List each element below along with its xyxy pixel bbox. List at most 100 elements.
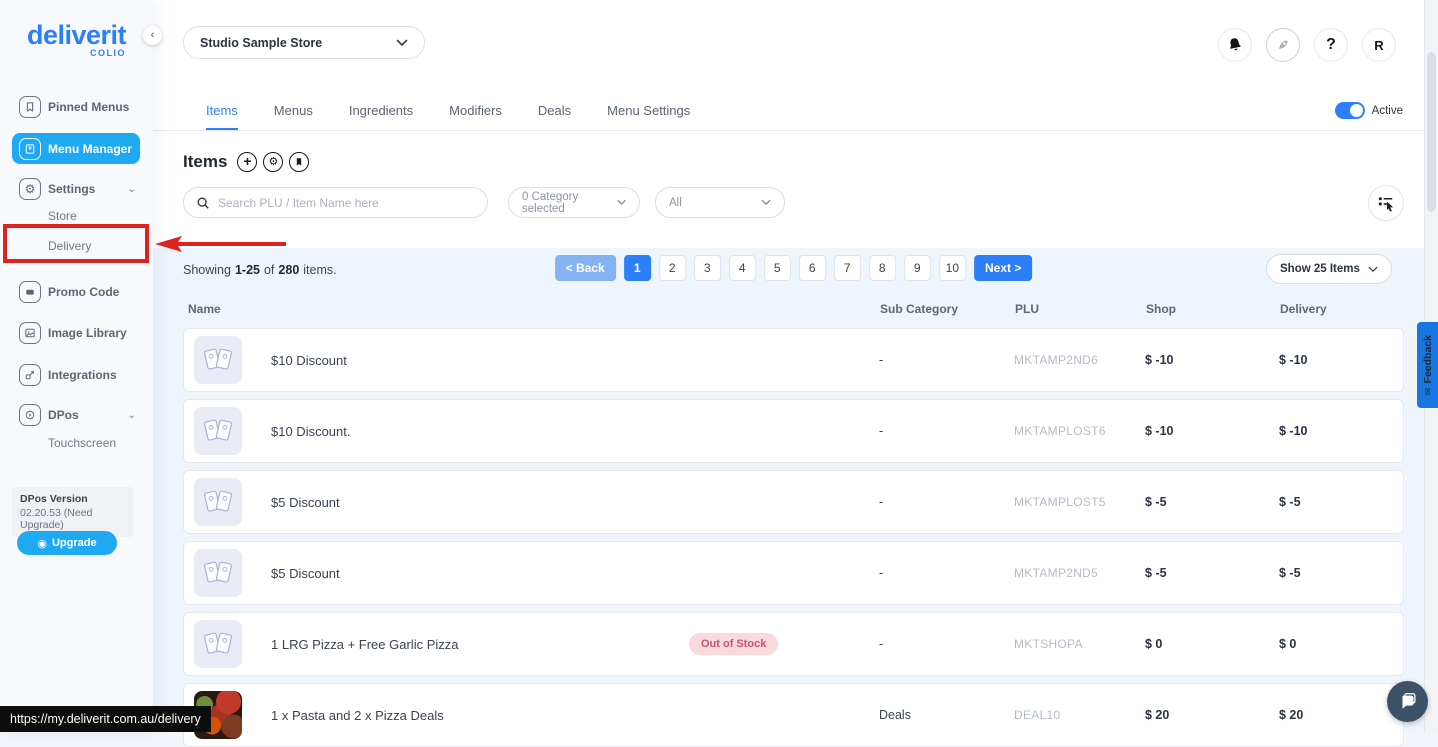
sidebar-collapse-button[interactable]: ‹ <box>143 26 162 45</box>
sidebar-item-dpos[interactable]: DPos ⌄ <box>19 402 145 428</box>
feedback-label: Feedback <box>1422 335 1434 383</box>
page-button-5[interactable]: 5 <box>764 255 791 281</box>
page-button-9[interactable]: 9 <box>904 255 931 281</box>
item-subcategory: - <box>879 637 1014 651</box>
sidebar: deliverit COLIO ‹ Pinned Menus Menu Mana… <box>0 0 153 732</box>
sidebar-item-touchscreen[interactable]: Touchscreen <box>48 432 116 454</box>
search-input[interactable] <box>218 196 475 210</box>
item-plu: MKTAMPLOST6 <box>1014 424 1145 438</box>
sidebar-item-store[interactable]: Store <box>48 205 77 227</box>
items-bookmark-icon[interactable] <box>289 152 309 172</box>
table-row[interactable]: 1 LRG Pizza + Free Garlic Pizza - MKTSHO… <box>183 612 1404 676</box>
bulk-select-icon[interactable] <box>1368 185 1404 221</box>
chat-bubble-icon <box>1397 691 1419 713</box>
item-plu: MKTAMPLOST5 <box>1014 495 1145 509</box>
notifications-bell-icon[interactable] <box>1218 28 1252 62</box>
add-item-icon[interactable]: + <box>237 152 257 172</box>
sidebar-item-delivery[interactable]: Delivery <box>48 235 91 257</box>
page-button-4[interactable]: 4 <box>729 255 756 281</box>
tab-menus[interactable]: Menus <box>274 90 313 130</box>
sidebar-item-label: Image Library <box>48 326 127 340</box>
page-button-2[interactable]: 2 <box>659 255 686 281</box>
image-icon <box>19 322 41 344</box>
item-shop-price: $ 20 <box>1145 708 1279 722</box>
item-thumbnail <box>194 620 242 668</box>
sidebar-item-menu-manager[interactable]: Menu Manager <box>12 133 140 164</box>
item-delivery-price: $ -5 <box>1279 566 1403 580</box>
page-button-3[interactable]: 3 <box>694 255 721 281</box>
avatar[interactable]: R <box>1362 28 1396 62</box>
tab-items[interactable]: Items <box>206 90 238 130</box>
category-filter-dropdown[interactable]: 0 Category selected <box>508 187 640 218</box>
item-name: 1 LRG Pizza + Free Garlic Pizza <box>256 637 879 652</box>
page-button-8[interactable]: 8 <box>869 255 896 281</box>
table-row[interactable]: $5 Discount - MKTAMPLOST5 $ -5 $ -5 <box>183 470 1404 534</box>
column-delivery: Delivery <box>1280 302 1404 316</box>
chevron-down-icon <box>617 199 626 206</box>
item-shop-price: $ 0 <box>1145 637 1279 651</box>
table-row[interactable]: $10 Discount. - MKTAMPLOST6 $ -10 $ -10 <box>183 399 1404 463</box>
page-size-dropdown[interactable]: Show 25 Items <box>1266 254 1392 284</box>
tab-modifiers[interactable]: Modifiers <box>449 90 502 130</box>
table-row[interactable]: $5 Discount - MKTAMP2ND5 $ -5 $ -5 <box>183 541 1404 605</box>
page-button-7[interactable]: 7 <box>834 255 861 281</box>
table-row[interactable]: $10 Discount - MKTAMP2ND6 $ -10 $ -10 <box>183 328 1404 392</box>
page-button-10[interactable]: 10 <box>939 255 966 281</box>
item-thumbnail <box>194 336 242 384</box>
item-delivery-price: $ -5 <box>1279 495 1403 509</box>
item-subcategory: - <box>879 495 1014 509</box>
search-icon <box>196 196 210 210</box>
page-button-1[interactable]: 1 <box>624 255 651 281</box>
chat-widget-button[interactable] <box>1387 681 1428 722</box>
status-bar-url: https://my.deliverit.com.au/delivery <box>0 706 211 732</box>
tab-menu-settings[interactable]: Menu Settings <box>607 90 690 130</box>
page-button-6[interactable]: 6 <box>799 255 826 281</box>
type-filter-dropdown[interactable]: All <box>655 187 785 218</box>
item-name: 1 x Pasta and 2 x Pizza Deals <box>256 708 879 723</box>
pagination-back-button[interactable]: < Back <box>555 255 616 281</box>
items-settings-icon[interactable]: ⚙ <box>263 152 283 172</box>
toggle-knob <box>1350 104 1363 117</box>
showing-row: Showing 1-25 of 280 items. < Back 123456… <box>183 252 1404 288</box>
chevron-down-icon <box>761 199 771 206</box>
status-badge: Out of Stock <box>689 633 778 655</box>
item-subcategory: - <box>879 353 1014 367</box>
sidebar-item-pinned-menus[interactable]: Pinned Menus <box>19 94 145 120</box>
chevron-down-icon <box>396 39 408 47</box>
pagination-next-button[interactable]: Next > <box>974 255 1032 281</box>
showing-count: Showing 1-25 of 280 items. <box>183 263 337 277</box>
active-toggle[interactable] <box>1335 102 1365 119</box>
sidebar-item-promo-code[interactable]: Promo Code <box>19 279 145 305</box>
item-shop-price: $ -5 <box>1145 566 1279 580</box>
upgrade-button[interactable]: ◉ Upgrade <box>17 531 117 555</box>
sidebar-item-settings[interactable]: ⚙ Settings ⌄ <box>19 176 145 202</box>
item-shop-price: $ -10 <box>1145 353 1279 367</box>
store-selector-dropdown[interactable]: Studio Sample Store <box>183 26 425 59</box>
sidebar-item-image-library[interactable]: Image Library <box>19 320 145 346</box>
table-row[interactable]: 1 x Pasta and 2 x Pizza Deals Deals DEAL… <box>183 683 1404 747</box>
sidebar-item-integrations[interactable]: Integrations <box>19 362 145 388</box>
store-selector-value: Studio Sample Store <box>200 36 322 50</box>
active-toggle-wrap: Active <box>1335 90 1403 131</box>
main-area: Studio Sample Store ? R Items Menus Ingr… <box>153 0 1424 732</box>
scrollbar-thumb[interactable] <box>1427 52 1436 212</box>
item-thumbnail <box>194 478 242 526</box>
column-plu: PLU <box>1015 302 1146 316</box>
items-content: Items + ⚙ 0 Category selected All <box>153 131 1424 732</box>
logo-text: deliverit <box>0 20 153 51</box>
item-subcategory: - <box>879 424 1014 438</box>
version-label: DPos Version <box>20 493 125 505</box>
feedback-tab[interactable]: ✉ Feedback <box>1417 322 1438 408</box>
column-sub-category: Sub Category <box>880 302 1015 316</box>
active-toggle-label: Active <box>1372 105 1403 117</box>
whats-new-rocket-icon[interactable] <box>1266 28 1300 62</box>
tab-ingredients[interactable]: Ingredients <box>349 90 413 130</box>
item-name: $5 Discount <box>256 495 879 510</box>
search-box <box>183 187 488 218</box>
category-filter-value: 0 Category selected <box>522 191 617 215</box>
tab-deals[interactable]: Deals <box>538 90 571 130</box>
sidebar-item-label: Pinned Menus <box>48 100 129 114</box>
upgrade-label: Upgrade <box>52 537 97 549</box>
help-icon[interactable]: ? <box>1314 28 1348 62</box>
item-plu: DEAL10 <box>1014 708 1145 722</box>
